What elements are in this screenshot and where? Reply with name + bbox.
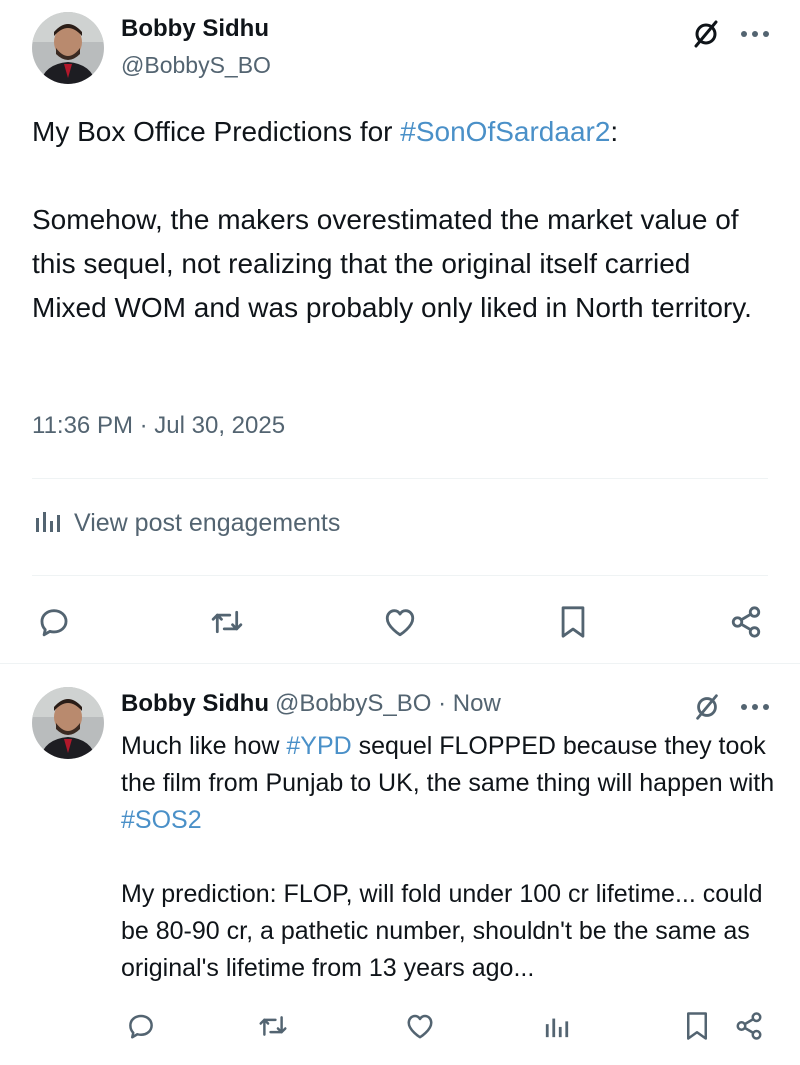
like-icon[interactable] bbox=[378, 600, 422, 644]
hashtag-link[interactable]: #YPD bbox=[286, 732, 351, 760]
divider bbox=[32, 478, 768, 479]
hashtag-link[interactable]: #SOS2 bbox=[121, 806, 202, 834]
views-icon[interactable] bbox=[537, 1006, 577, 1046]
reply-icon[interactable] bbox=[121, 1006, 161, 1046]
reply-paragraph-1: Much like how #YPD sequel FLOPPED becaus… bbox=[121, 728, 781, 839]
grok-icon[interactable] bbox=[692, 692, 722, 722]
like-icon[interactable] bbox=[400, 1006, 440, 1046]
reply-author-avatar[interactable] bbox=[32, 687, 104, 759]
post-paragraph-2: Somehow, the makers overestimated the ma… bbox=[32, 204, 752, 323]
reply-author-name[interactable]: Bobby Sidhu bbox=[121, 690, 269, 718]
analytics-icon bbox=[34, 508, 62, 539]
more-icon[interactable] bbox=[740, 29, 770, 39]
bookmark-icon[interactable] bbox=[677, 1006, 717, 1046]
divider bbox=[32, 575, 768, 576]
post-text-prefix: My Box Office Predictions for bbox=[32, 116, 401, 147]
post-text-suffix: : bbox=[610, 116, 619, 147]
author-name[interactable]: Bobby Sidhu bbox=[121, 15, 269, 43]
reply-header: Bobby Sidhu @BobbyS_BO · Now bbox=[121, 690, 501, 718]
reply-paragraph-2: My prediction: FLOP, will fold under 100… bbox=[121, 880, 763, 982]
reply-text-prefix: Much like how bbox=[121, 732, 287, 760]
more-icon[interactable] bbox=[740, 702, 770, 712]
hashtag-link[interactable]: #SonOfSardaar2 bbox=[400, 116, 610, 147]
post-timestamp[interactable]: 11:36 PM · Jul 30, 2025 bbox=[32, 412, 285, 440]
grok-icon[interactable] bbox=[690, 18, 722, 50]
repost-icon[interactable] bbox=[253, 1006, 293, 1046]
post-paragraph-1: My Box Office Predictions for #SonOfSard… bbox=[32, 110, 772, 154]
reply-icon[interactable] bbox=[32, 600, 76, 644]
engagements-label: View post engagements bbox=[74, 509, 341, 537]
reply-action-bar bbox=[121, 1006, 770, 1046]
share-icon[interactable] bbox=[729, 1006, 769, 1046]
repost-icon[interactable] bbox=[205, 600, 249, 644]
post-top-actions bbox=[690, 18, 770, 50]
share-icon[interactable] bbox=[724, 600, 768, 644]
author-avatar[interactable] bbox=[32, 12, 104, 84]
reply-top-actions bbox=[692, 692, 770, 722]
post-action-bar bbox=[32, 600, 768, 644]
section-divider bbox=[0, 663, 800, 664]
reply-meta[interactable]: @BobbyS_BO · Now bbox=[275, 690, 501, 718]
post-text: My Box Office Predictions for #SonOfSard… bbox=[32, 110, 772, 330]
author-handle[interactable]: @BobbyS_BO bbox=[121, 52, 271, 79]
bookmark-icon[interactable] bbox=[551, 600, 595, 644]
reply-text: Much like how #YPD sequel FLOPPED becaus… bbox=[121, 728, 781, 987]
view-engagements-link[interactable]: View post engagements bbox=[34, 508, 340, 539]
